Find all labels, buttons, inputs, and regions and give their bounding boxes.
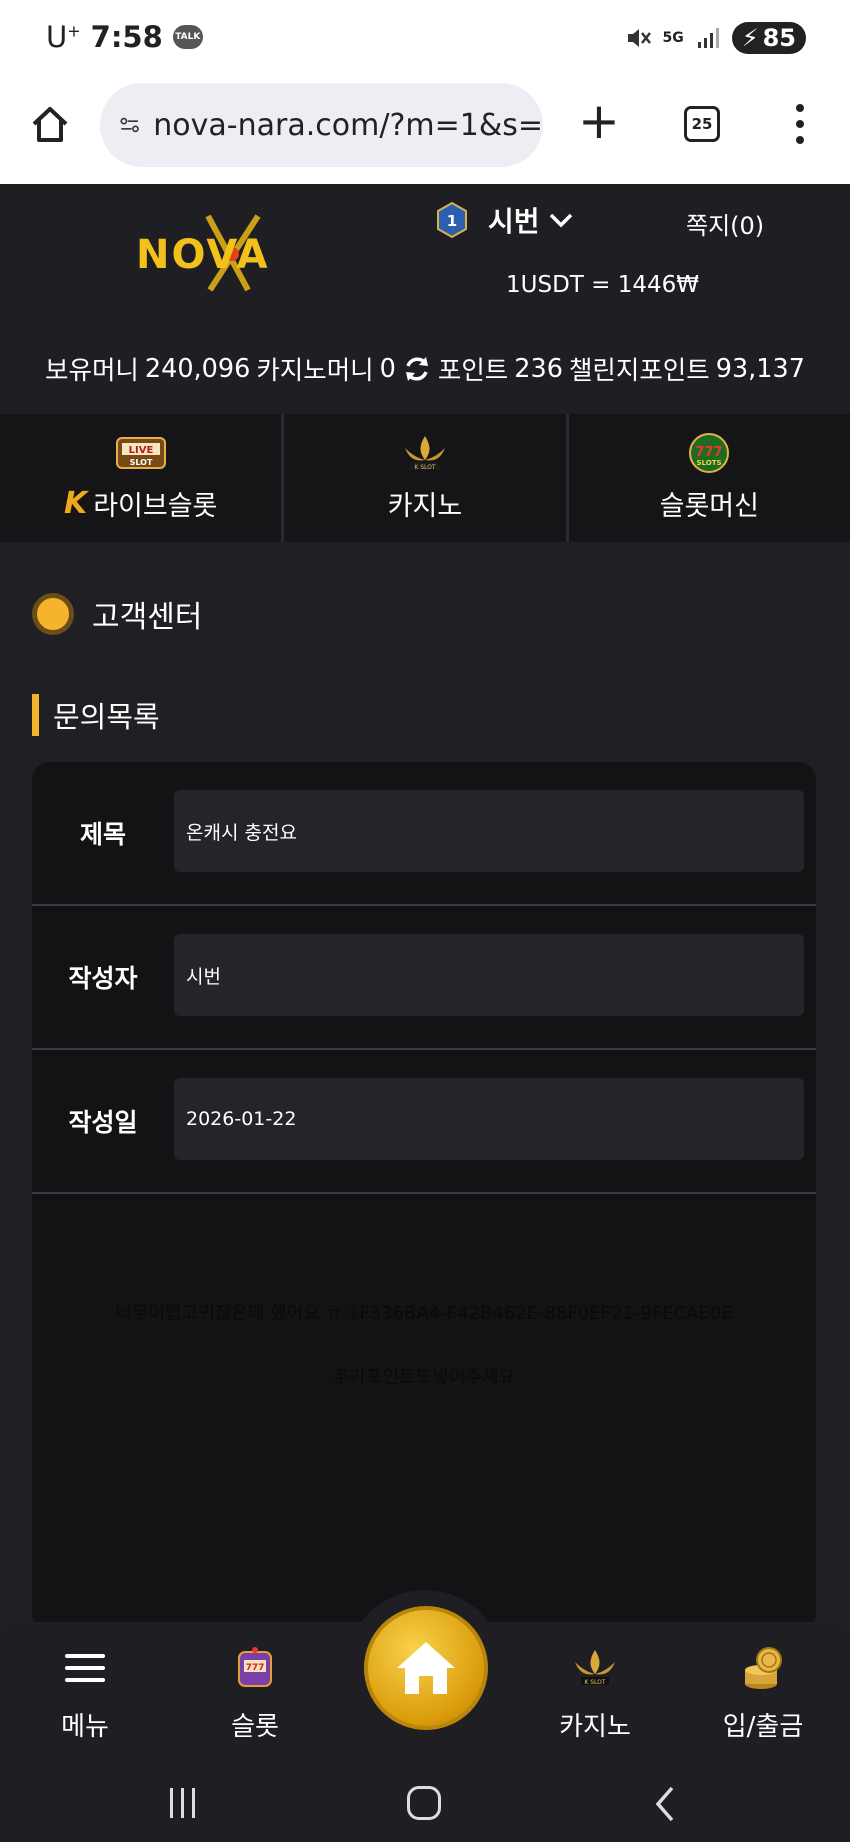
level-badge-icon: 1 — [437, 202, 467, 238]
field-label: 작성자 — [68, 964, 138, 993]
hold-money-label: 보유머니 — [45, 356, 139, 386]
category-label: 카지노 — [387, 491, 463, 522]
accent-bar-icon — [32, 694, 39, 736]
browser-home-icon[interactable] — [28, 102, 72, 146]
site-settings-icon[interactable] — [120, 112, 139, 138]
field-label: 제목 — [79, 820, 126, 849]
point-value: 236 — [514, 353, 563, 384]
section-subtitle: 문의목록 — [32, 694, 160, 736]
bottom-nav-label: 슬롯 — [231, 1712, 279, 1742]
inquiry-body-line: 추가포인트도넣어주세요 — [332, 1367, 516, 1388]
inquiry-body: 너무어렵고귀찮은데 했어요 ㅠ 1F336BA4-F42B462E-88F0EF… — [32, 1282, 816, 1410]
svg-text:K SLOT: K SLOT — [584, 1679, 606, 1686]
network-5g-icon: 5G — [662, 30, 684, 46]
field-row-date: 작성일 2026-01-22 — [32, 1050, 816, 1194]
more-menu-icon[interactable] — [790, 104, 810, 144]
category-slot-machine[interactable]: 777 SLOTS 슬롯머신 — [569, 414, 850, 542]
challenge-point-value: 93,137 — [715, 353, 805, 384]
k-logo-icon: K — [63, 486, 88, 521]
bottom-nav-deposit[interactable]: 입/출금 — [698, 1644, 828, 1743]
mute-icon — [627, 29, 651, 47]
casino-money-label: 카지노머니 — [256, 356, 374, 386]
coin-stack-icon — [745, 1647, 782, 1689]
tab-switcher-button[interactable]: 25 — [684, 106, 720, 142]
svg-text:777: 777 — [696, 445, 723, 460]
field-row-title: 제목 온캐시 충전요 — [32, 762, 816, 906]
username: 시번 — [488, 205, 540, 238]
circle-bullet-icon — [32, 593, 74, 635]
status-left: U+ 7:58 TALK — [46, 20, 203, 54]
bottom-nav-label: 입/출금 — [722, 1712, 804, 1742]
k-slot-icon: K SLOT — [404, 436, 445, 471]
page-title-text: 고객센터 — [92, 600, 203, 635]
svg-text:LIVE: LIVE — [128, 445, 153, 456]
category-label: 슬롯머신 — [659, 491, 759, 522]
signal-icon — [697, 28, 719, 48]
slot-machine-icon: 777 — [238, 1647, 272, 1687]
memo-link[interactable]: 쪽지(0) — [686, 206, 764, 241]
subtitle-text: 문의목록 — [53, 700, 160, 734]
live-slot-icon: LIVE SLOT — [115, 437, 166, 469]
bottom-nav-casino[interactable]: K SLOT 카지노 — [530, 1644, 660, 1743]
777-slots-icon: 777SLOTS — [689, 433, 730, 473]
back-icon[interactable] — [652, 1784, 676, 1824]
svg-text:K SLOT: K SLOT — [414, 464, 436, 471]
inquiry-body-line: 너무어렵고귀찮은데 했어요 ㅠ 1F336BA4-F42B462E-88F0EF… — [115, 1303, 733, 1324]
bottom-nav-slot[interactable]: 777 슬롯 — [190, 1644, 320, 1743]
user-dropdown[interactable]: 시번 — [488, 200, 574, 240]
url-text: nova-nara.com/?m=1&s= — [153, 107, 543, 143]
charging-icon: ⚡ — [741, 24, 759, 52]
bottom-nav-menu[interactable]: 메뉴 — [20, 1644, 150, 1743]
field-value-date: 2026-01-22 — [174, 1078, 804, 1160]
url-field[interactable]: nova-nara.com/?m=1&s= — [100, 83, 543, 167]
recent-apps-icon[interactable] — [170, 1788, 195, 1818]
browser-toolbar: nova-nara.com/?m=1&s= + 25 — [0, 78, 850, 184]
category-live-slot[interactable]: LIVE SLOT K 라이브슬롯 — [0, 414, 285, 542]
refresh-icon[interactable] — [402, 354, 432, 384]
home-button[interactable] — [364, 1606, 488, 1730]
clock: 7:58 — [90, 20, 163, 54]
level-number: 1 — [447, 212, 457, 230]
bottom-nav-label: 카지노 — [559, 1712, 631, 1742]
category-casino[interactable]: K SLOT 카지노 — [284, 414, 569, 542]
svg-text:SLOT: SLOT — [129, 458, 152, 467]
hold-money-value: 240,096 — [144, 353, 251, 384]
home-icon — [397, 1642, 455, 1694]
field-label: 작성일 — [68, 1108, 138, 1137]
casino-lotus-icon: K SLOT — [575, 1650, 615, 1686]
challenge-point-label: 챌린지포인트 — [568, 356, 710, 386]
category-label: 라이브슬롯 — [93, 491, 218, 522]
status-bar: U+ 7:58 TALK 5G ⚡ 85 — [0, 0, 850, 78]
status-right: 5G ⚡ 85 — [625, 22, 806, 54]
battery-indicator: ⚡ 85 — [731, 22, 806, 54]
bottom-nav-label: 메뉴 — [61, 1712, 109, 1742]
field-row-author: 작성자 시번 — [32, 906, 816, 1050]
system-home-icon[interactable] — [407, 1786, 441, 1820]
battery-level: 85 — [762, 24, 796, 52]
field-value-author: 시번 — [174, 934, 804, 1016]
category-nav: LIVE SLOT K 라이브슬롯 K SLOT 카지노 777 SLOTS 슬롯머… — [0, 414, 850, 542]
svg-text:SLOTS: SLOTS — [697, 459, 722, 467]
casino-money-value: 0 — [379, 353, 396, 384]
hamburger-menu-icon — [65, 1654, 105, 1682]
field-value-title: 온캐시 충전요 — [174, 790, 804, 872]
carrier-label: U+ — [46, 20, 81, 54]
kakaotalk-icon: TALK — [172, 25, 203, 49]
svg-text:777: 777 — [246, 1663, 265, 1673]
new-tab-button[interactable]: + — [578, 96, 620, 146]
system-nav-bar — [0, 1770, 850, 1842]
inquiry-detail-panel: 제목 온캐시 충전요 작성자 시번 작성일 2026-01-22 너무어렵고귀찮… — [32, 762, 816, 1632]
exchange-rate: 1USDT = 1446₩ — [506, 272, 699, 298]
page-title: 고객센터 — [32, 592, 202, 636]
nova-logo[interactable]: NOVA — [130, 212, 300, 294]
site-header: NOVA 1 시번 쪽지(0) 1USDT = 1446₩ 보유머니 240,0… — [0, 184, 850, 414]
chevron-down-icon — [549, 213, 572, 228]
balance-bar: 보유머니 240,096 카지노머니 0 포인트 236 챌린지포인트 93,1… — [0, 350, 850, 387]
point-label: 포인트 — [437, 356, 509, 386]
